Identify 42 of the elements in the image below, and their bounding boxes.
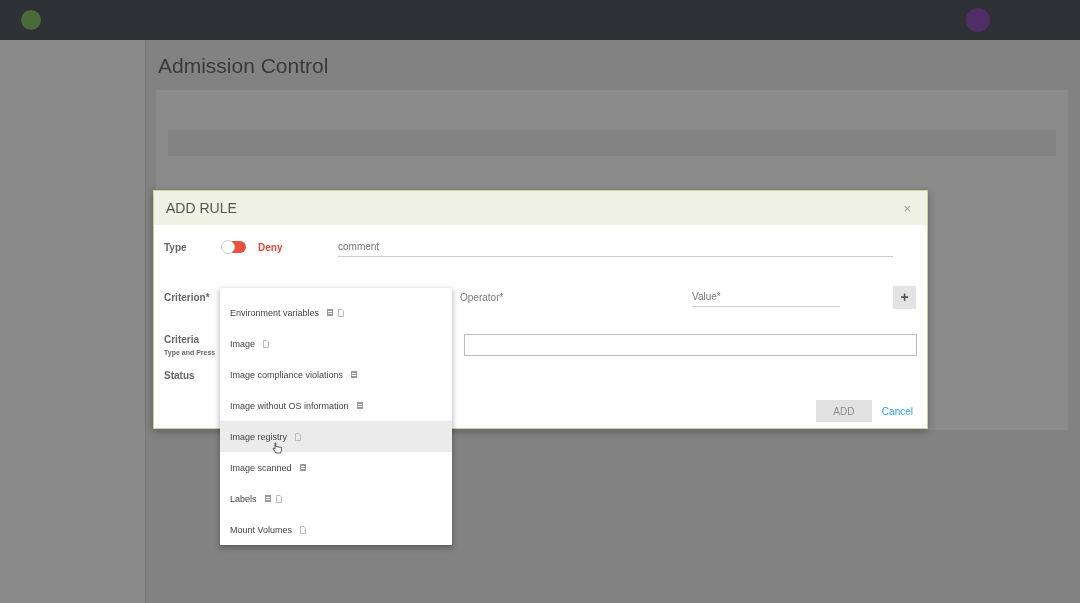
item-label: Mount Volumes [230,524,293,535]
list-icon [299,464,306,471]
item-label: Image compliance violations [230,369,344,380]
item-label: Labels [230,493,257,504]
item-label: Image [230,338,255,349]
comment-field[interactable]: comment [338,237,893,257]
avatar-icon[interactable] [966,8,990,32]
document-icon [338,308,345,317]
type-toggle[interactable] [222,241,246,253]
dropdown-item[interactable]: Labels [220,483,452,514]
document-icon [295,432,302,441]
document-icon [275,494,282,503]
dropdown-item[interactable]: Mount Volumes [220,514,452,545]
dropdown-item[interactable]: Image scanned [220,452,452,483]
item-label: Environment variables [230,307,320,318]
type-value: Deny [258,241,284,253]
dropdown-item[interactable]: Image [220,328,452,359]
list-icon [356,402,363,409]
page-title: Admission Control [157,54,330,78]
item-label: Image registry [230,431,288,442]
dropdown-item[interactable]: Image without OS information [220,390,452,421]
document-icon [300,525,307,534]
value-field[interactable]: Value* [692,287,840,307]
list-icon [327,309,334,316]
dialog-title: ADD RULE [166,200,237,216]
hand-cursor-icon [272,442,282,454]
criteria-field[interactable] [464,334,917,356]
type-label: Type [164,241,188,253]
dropdown-item[interactable]: Image compliance violations [220,359,452,390]
criterion-label: Criterion* [164,291,211,303]
dropdown-item[interactable]: Image registry [220,421,452,452]
dropdown-item[interactable]: Environment variables [220,297,452,328]
document-icon [263,339,269,348]
logo-icon [20,9,42,31]
list-icon [351,371,358,378]
item-label: Image without OS information [230,400,349,411]
criteria-label: Criteria [164,334,200,345]
operator-label: Operator* [460,291,505,303]
status-label: Status [164,369,196,381]
item-label: Image scanned [230,462,292,473]
add-criterion-button[interactable]: + [893,285,916,309]
list-icon [264,495,271,502]
